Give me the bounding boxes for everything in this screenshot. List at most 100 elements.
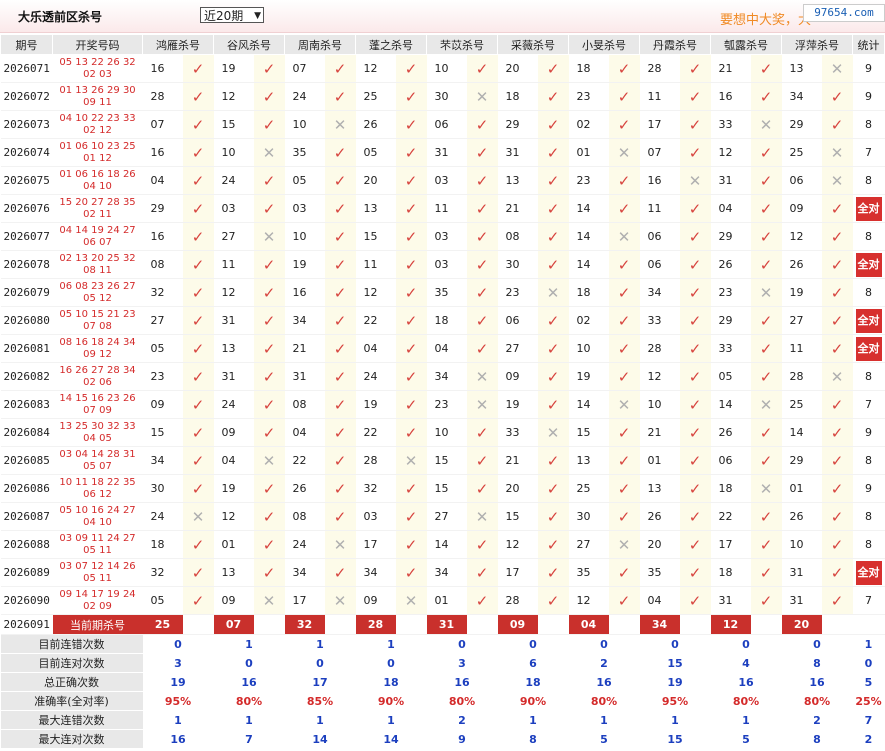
- kill-number: 32: [142, 278, 183, 307]
- draw-numbers: 03 04 14 28 31 05 07: [52, 446, 143, 475]
- kill-number: 06: [426, 110, 467, 139]
- row-stat: 7: [852, 138, 885, 167]
- check-mark-icon: ✓: [253, 306, 285, 335]
- table-row: 2026078 02 13 20 25 32 08 11 08 ✓ 11 ✓ 19 ✓ 11 ✓ 03…: [0, 250, 885, 279]
- stat-value: 16: [213, 672, 285, 692]
- kill-number: 01: [568, 138, 609, 167]
- kill-number: 10: [426, 54, 467, 83]
- cross-mark-icon: ✕: [395, 446, 427, 475]
- stat-value: 80%: [710, 691, 782, 711]
- kill-number: 31: [497, 138, 538, 167]
- check-mark-icon: ✓: [395, 278, 427, 307]
- issue-number: 2026088: [0, 530, 53, 559]
- correct-count: 9: [865, 62, 872, 75]
- check-mark-icon: ✓: [324, 54, 356, 83]
- check-mark-icon: ✓: [821, 446, 853, 475]
- stat-label: 目前连对次数: [0, 653, 143, 673]
- kill-number: 29: [710, 222, 751, 251]
- check-mark-icon: ✓: [182, 306, 214, 335]
- draw-back-numbers: 04 05: [83, 432, 112, 444]
- current-kill-number: 32: [284, 614, 325, 635]
- kill-number: 31: [284, 362, 325, 391]
- check-mark-icon: ✓: [750, 530, 782, 559]
- kill-number: 35: [426, 278, 467, 307]
- check-mark-icon: ✓: [679, 390, 711, 419]
- check-mark-icon: ✓: [537, 306, 569, 335]
- period-select[interactable]: 近20期 ▼: [200, 7, 264, 23]
- check-mark-icon: ✓: [466, 530, 498, 559]
- kill-number: 34: [426, 558, 467, 587]
- draw-front-numbers: 04 14 19 24 27: [59, 224, 136, 236]
- stat-row: 目前连对次数 3 0 0 0 3 6 2 15 4 8 0: [0, 653, 885, 673]
- stat-value: 4: [710, 653, 782, 673]
- check-mark-icon: ✓: [679, 558, 711, 587]
- correct-count: 7: [865, 594, 872, 607]
- cross-mark-icon: ✕: [821, 54, 853, 83]
- kill-number: 30: [426, 82, 467, 111]
- kill-number: 18: [568, 278, 609, 307]
- kill-number: 20: [497, 54, 538, 83]
- check-mark-icon: ✓: [182, 278, 214, 307]
- kill-number: 29: [781, 110, 822, 139]
- kill-number: 12: [213, 82, 254, 111]
- kill-number: 19: [284, 250, 325, 279]
- check-mark-icon: ✓: [253, 250, 285, 279]
- check-mark-icon: ✓: [821, 474, 853, 503]
- check-mark-icon: ✓: [679, 250, 711, 279]
- stat-value: 80%: [213, 691, 285, 711]
- check-mark-icon: ✓: [750, 166, 782, 195]
- kill-number: 12: [355, 54, 396, 83]
- check-mark-icon: ✓: [679, 82, 711, 111]
- correct-count: 8: [865, 454, 872, 467]
- kill-number: 24: [142, 502, 183, 531]
- check-mark-icon: ✓: [537, 82, 569, 111]
- kill-number: 21: [497, 446, 538, 475]
- issue-number: 2026081: [0, 334, 53, 363]
- column-header: 浮萍杀号: [781, 34, 853, 55]
- current-kill-number: 34: [639, 614, 680, 635]
- kill-number: 20: [639, 530, 680, 559]
- stat-value: 16: [426, 672, 498, 692]
- check-mark-icon: ✓: [466, 558, 498, 587]
- kill-number: 04: [639, 586, 680, 615]
- stat-value: 1: [355, 634, 427, 654]
- check-mark-icon: ✓: [253, 362, 285, 391]
- kill-number: 08: [497, 222, 538, 251]
- check-mark-icon: ✓: [608, 194, 640, 223]
- cross-mark-icon: ✕: [537, 278, 569, 307]
- cross-mark-icon: ✕: [821, 362, 853, 391]
- kill-number: 17: [639, 110, 680, 139]
- table-row: 2026073 04 10 22 23 33 02 12 07 ✓ 15 ✓ 10 ✕ 26 ✓ 06…: [0, 110, 885, 139]
- check-mark-icon: ✓: [750, 250, 782, 279]
- stat-value: 7: [213, 729, 285, 749]
- check-mark-icon: ✓: [182, 418, 214, 447]
- check-mark-icon: ✓: [395, 334, 427, 363]
- kill-number: 02: [568, 306, 609, 335]
- check-mark-icon: ✓: [608, 502, 640, 531]
- table-row: 2026072 01 13 26 29 30 09 11 28 ✓ 12 ✓ 24 ✓ 25 ✓ 30…: [0, 82, 885, 111]
- kill-number: 27: [426, 502, 467, 531]
- draw-front-numbers: 03 09 11 24 27: [59, 532, 136, 544]
- cross-mark-icon: ✕: [253, 446, 285, 475]
- row-stat: 8: [852, 222, 885, 251]
- kill-number: 18: [497, 82, 538, 111]
- row-stat: 9: [852, 54, 885, 83]
- kill-number: 09: [781, 194, 822, 223]
- check-mark-icon: ✓: [466, 138, 498, 167]
- stat-value: 1: [568, 710, 640, 730]
- check-mark-icon: ✓: [679, 222, 711, 251]
- draw-front-numbers: 09 14 17 19 24: [59, 588, 136, 600]
- check-mark-icon: ✓: [537, 446, 569, 475]
- kill-number: 23: [568, 82, 609, 111]
- kill-number: 07: [142, 110, 183, 139]
- empty-cell: [852, 614, 885, 635]
- kill-number: 10: [284, 222, 325, 251]
- check-mark-icon: ✓: [182, 446, 214, 475]
- check-mark-icon: ✓: [182, 250, 214, 279]
- stat-value: 80%: [426, 691, 498, 711]
- kill-number: 17: [497, 558, 538, 587]
- stat-value: 80%: [568, 691, 640, 711]
- check-mark-icon: ✓: [466, 474, 498, 503]
- check-mark-icon: ✓: [182, 54, 214, 83]
- header-row: 期号 开奖号码 鸿雁杀号 谷风杀号 周南杀号 蓬之杀号 芣苡杀号 采薇杀号 小旻杀号 丹霞杀号 瓠露…: [0, 34, 885, 55]
